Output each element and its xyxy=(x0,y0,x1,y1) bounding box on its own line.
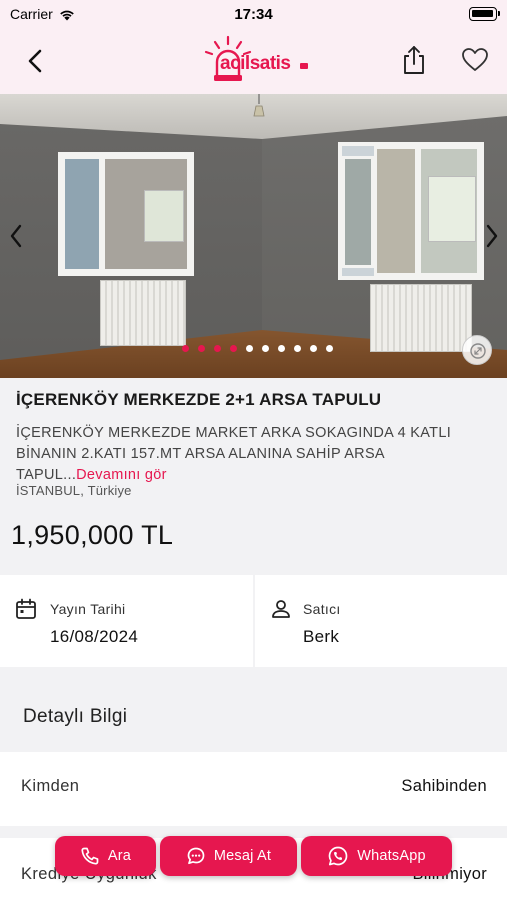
battery-icon xyxy=(469,7,500,21)
room-photo-window-right xyxy=(338,142,484,280)
room-photo-window-left xyxy=(58,152,194,276)
expand-photo-button[interactable] xyxy=(462,335,492,365)
logo-wordmark: acilsatis xyxy=(220,53,291,74)
seller-value: Berk xyxy=(303,627,340,646)
gallery-dot[interactable] xyxy=(214,345,221,352)
detail-row-kimden: Kimden Sahibinden xyxy=(0,752,507,826)
publish-date-label: Yayın Tarihi xyxy=(50,601,126,617)
listing-price: 1,950,000 TL xyxy=(11,520,174,550)
status-bar: Carrier 17:34 xyxy=(0,0,507,30)
call-button[interactable]: Ara xyxy=(55,836,156,876)
ceiling-lamp-graphic xyxy=(253,94,265,117)
message-button[interactable]: Mesaj At xyxy=(160,836,297,876)
expand-icon xyxy=(470,343,486,359)
details-header: Detaylı Bilgi xyxy=(23,706,128,727)
clock: 17:34 xyxy=(234,6,273,23)
listing-location: İSTANBUL, Türkiye xyxy=(16,483,132,498)
gallery-dot[interactable] xyxy=(230,345,237,352)
gallery-dot[interactable] xyxy=(262,345,269,352)
gallery-prev-icon[interactable] xyxy=(8,222,24,250)
room-photo-radiator-right xyxy=(370,284,472,352)
listing-description: İÇERENKÖY MERKEZDE MARKET ARKA SOKAGINDA… xyxy=(16,423,496,486)
gallery-dot[interactable] xyxy=(182,345,189,352)
gallery-pagination xyxy=(0,345,507,352)
listing-title: İÇERENKÖY MERKEZDE 2+1 ARSA TAPULU xyxy=(16,390,382,409)
back-chevron-icon[interactable] xyxy=(22,46,50,76)
share-icon[interactable] xyxy=(400,44,428,76)
person-icon xyxy=(272,600,290,618)
heart-icon[interactable] xyxy=(461,46,489,74)
calendar-icon xyxy=(16,598,36,619)
photo-gallery[interactable] xyxy=(0,94,507,378)
gallery-dot[interactable] xyxy=(246,345,253,352)
chat-bubble-icon xyxy=(187,847,205,865)
whatsapp-label: WhatsApp xyxy=(357,848,426,864)
gallery-dot[interactable] xyxy=(198,345,205,352)
whatsapp-icon xyxy=(328,846,348,866)
seller-card[interactable]: Satıcı Berk xyxy=(255,575,507,667)
room-photo-radiator-left xyxy=(100,280,186,346)
gallery-next-icon[interactable] xyxy=(484,222,500,250)
navigation-bar: acilsatis xyxy=(0,30,507,94)
app-logo: acilsatis xyxy=(200,35,312,87)
message-label: Mesaj At xyxy=(213,848,272,864)
whatsapp-button[interactable]: WhatsApp xyxy=(301,836,452,876)
gallery-dot[interactable] xyxy=(310,345,317,352)
phone-icon xyxy=(81,847,99,865)
publish-date-card: Yayın Tarihi 16/08/2024 xyxy=(0,575,253,667)
listing-info: İÇERENKÖY MERKEZDE 2+1 ARSA TAPULU İÇERE… xyxy=(0,378,507,498)
gallery-dot[interactable] xyxy=(294,345,301,352)
detail-label: Kimden xyxy=(21,777,80,795)
gallery-dot[interactable] xyxy=(326,345,333,352)
publish-date-value: 16/08/2024 xyxy=(50,627,139,646)
call-label: Ara xyxy=(107,848,132,864)
read-more-link[interactable]: Devamını gör xyxy=(76,467,167,483)
detail-value: Sahibinden xyxy=(401,777,487,795)
gallery-dot[interactable] xyxy=(278,345,285,352)
seller-label: Satıcı xyxy=(303,601,341,617)
